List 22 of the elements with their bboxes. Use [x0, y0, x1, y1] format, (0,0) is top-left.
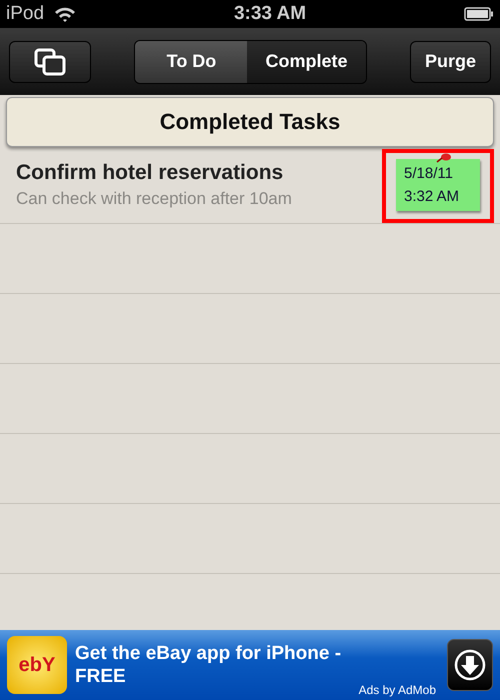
copy-icon [33, 46, 67, 76]
task-note: Can check with reception after 10am [16, 189, 292, 209]
list-title: Completed Tasks [160, 109, 340, 135]
purge-button[interactable]: Purge [410, 40, 491, 82]
segment-tab[interactable]: To Do [135, 40, 248, 82]
carrier-label: iPod [6, 3, 44, 25]
clock-time: 3:33 AM [234, 3, 306, 25]
ad-attribution: Ads by AdMob [358, 683, 436, 697]
segment-tab[interactable]: Complete [247, 40, 366, 82]
copy-button[interactable] [9, 40, 91, 82]
battery-icon [464, 7, 494, 21]
ad-headline: Get the eBay app for iPhone - FREE [75, 642, 342, 688]
task-title: Confirm hotel reservations [16, 161, 284, 185]
download-icon [453, 648, 487, 682]
app-logo-icon: ebY [7, 636, 67, 694]
task-row[interactable]: Confirm hotel reservations Can check with reception after 10am 5/18/11 3:32 AM [0, 147, 500, 224]
wifi-icon [54, 6, 76, 22]
completion-date: 5/18/11 [404, 165, 454, 182]
pin-icon [436, 153, 452, 163]
download-button[interactable] [447, 639, 493, 691]
ad-banner[interactable]: ebY Get the eBay app for iPhone - FREE Ads by AdMob [0, 630, 500, 700]
completion-time: 3:32 AM [404, 188, 460, 205]
